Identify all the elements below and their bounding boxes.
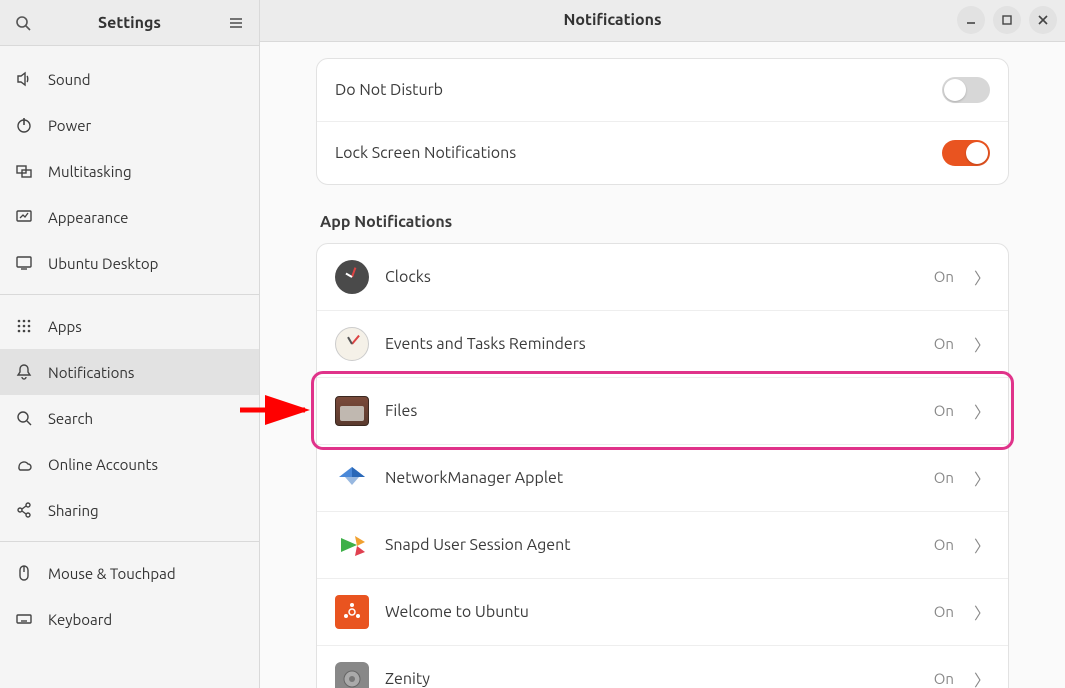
sidebar-item-mouse-touchpad[interactable]: Mouse & Touchpad [0, 550, 259, 596]
toggle-lock-screen[interactable] [942, 140, 990, 166]
chevron-right-icon: 〉 [974, 399, 990, 423]
apps-icon [14, 316, 34, 336]
sidebar-item-label: Notifications [48, 364, 134, 381]
files-app-icon [335, 394, 369, 428]
search-icon [14, 408, 34, 428]
page-title: Notifications [268, 11, 957, 29]
sidebar-item-multitasking[interactable]: Multitasking [0, 148, 259, 194]
window-controls [957, 6, 1057, 34]
chevron-right-icon: 〉 [974, 265, 990, 289]
main-pane: Notifications Do Not Disturb Lock Screen … [260, 0, 1065, 688]
content: Do Not DisturbLock Screen Notifications … [260, 42, 1065, 688]
setting-row-lock-screen: Lock Screen Notifications [317, 121, 1008, 184]
chevron-right-icon: 〉 [974, 667, 990, 688]
app-row-events[interactable]: Events and Tasks Reminders On 〉 [317, 310, 1008, 377]
setting-label: Lock Screen Notifications [335, 144, 942, 162]
app-row-label: Events and Tasks Reminders [385, 335, 918, 353]
app-row-label: Snapd User Session Agent [385, 536, 918, 554]
app-row-state: On [934, 670, 954, 687]
welcome-app-icon [335, 595, 369, 629]
app-row-label: Welcome to Ubuntu [385, 603, 918, 621]
sidebar-item-notifications[interactable]: Notifications [0, 349, 259, 395]
sidebar-item-label: Search [48, 410, 93, 427]
app-row-state: On [934, 603, 954, 620]
sound-icon [14, 69, 34, 89]
sidebar-item-sound[interactable]: Sound [0, 56, 259, 102]
minimize-button[interactable] [957, 6, 985, 34]
sidebar-title: Settings [38, 14, 221, 32]
zenity-app-icon [335, 662, 369, 688]
sidebar-item-appearance[interactable]: Appearance [0, 194, 259, 240]
toggle-do-not-disturb[interactable] [942, 77, 990, 103]
app-row-label: Clocks [385, 268, 918, 286]
sidebar-item-label: Apps [48, 318, 82, 335]
app-row-state: On [934, 402, 954, 419]
events-app-icon [335, 327, 369, 361]
main-header: Notifications [260, 0, 1065, 42]
chevron-right-icon: 〉 [974, 533, 990, 557]
chevron-right-icon: 〉 [974, 600, 990, 624]
apps-card: ClocksOn〉Events and Tasks RemindersOn〉Fi… [316, 243, 1009, 688]
clocks-app-icon [335, 260, 369, 294]
app-row-snapd[interactable]: Snapd User Session Agent On 〉 [317, 511, 1008, 578]
hamburger-icon[interactable] [221, 8, 251, 38]
maximize-button[interactable] [993, 6, 1021, 34]
app-row-label: NetworkManager Applet [385, 469, 918, 487]
snapd-app-icon [335, 528, 369, 562]
keyboard-icon [14, 609, 34, 629]
sidebar-list: Sound Power Multitasking Appearance Ubuntu D… [0, 46, 259, 642]
sidebar: Settings Sound Power Multitasking Appearanc… [0, 0, 260, 688]
app-row-state: On [934, 268, 954, 285]
sidebar-item-label: Appearance [48, 209, 128, 226]
sidebar-item-label: Multitasking [48, 163, 132, 180]
sharing-icon [14, 500, 34, 520]
sidebar-separator [0, 541, 259, 542]
sidebar-item-label: Ubuntu Desktop [48, 255, 158, 272]
search-icon[interactable] [8, 8, 38, 38]
sidebar-item-ubuntu-desktop[interactable]: Ubuntu Desktop [0, 240, 259, 286]
appearance-icon [14, 207, 34, 227]
ubuntu-desktop-icon [14, 253, 34, 273]
setting-row-do-not-disturb: Do Not Disturb [317, 59, 1008, 121]
sidebar-item-sharing[interactable]: Sharing [0, 487, 259, 533]
sidebar-item-label: Keyboard [48, 611, 112, 628]
app-row-label: Files [385, 402, 918, 420]
notifications-icon [14, 362, 34, 382]
sidebar-item-power[interactable]: Power [0, 102, 259, 148]
app-row-welcome[interactable]: Welcome to Ubuntu On 〉 [317, 578, 1008, 645]
sidebar-separator [0, 294, 259, 295]
chevron-right-icon: 〉 [974, 332, 990, 356]
chevron-right-icon: 〉 [974, 466, 990, 490]
power-icon [14, 115, 34, 135]
app-row-state: On [934, 335, 954, 352]
app-row-nm-applet[interactable]: NetworkManager Applet On 〉 [317, 444, 1008, 511]
sidebar-item-label: Sound [48, 71, 91, 88]
app-notifications-title: App Notifications [320, 213, 1009, 231]
nm-applet-app-icon [335, 461, 369, 495]
sidebar-item-keyboard[interactable]: Keyboard [0, 596, 259, 642]
app-row-state: On [934, 536, 954, 553]
app-row-label: Zenity [385, 670, 918, 688]
mouse-touchpad-icon [14, 563, 34, 583]
setting-label: Do Not Disturb [335, 81, 942, 99]
sidebar-header: Settings [0, 0, 259, 46]
online-accounts-icon [14, 454, 34, 474]
app-row-files[interactable]: Files On 〉 [317, 377, 1008, 444]
sidebar-item-label: Online Accounts [48, 456, 158, 473]
sidebar-item-apps[interactable]: Apps [0, 303, 259, 349]
app-row-state: On [934, 469, 954, 486]
sidebar-item-label: Sharing [48, 502, 99, 519]
close-button[interactable] [1029, 6, 1057, 34]
sidebar-item-label: Mouse & Touchpad [48, 565, 176, 582]
app-row-zenity[interactable]: Zenity On 〉 [317, 645, 1008, 688]
settings-card: Do Not Disturb Lock Screen Notifications [316, 58, 1009, 185]
app-row-clocks[interactable]: Clocks On 〉 [317, 244, 1008, 310]
sidebar-item-search[interactable]: Search [0, 395, 259, 441]
multitasking-icon [14, 161, 34, 181]
sidebar-item-online-accounts[interactable]: Online Accounts [0, 441, 259, 487]
sidebar-item-label: Power [48, 117, 91, 134]
